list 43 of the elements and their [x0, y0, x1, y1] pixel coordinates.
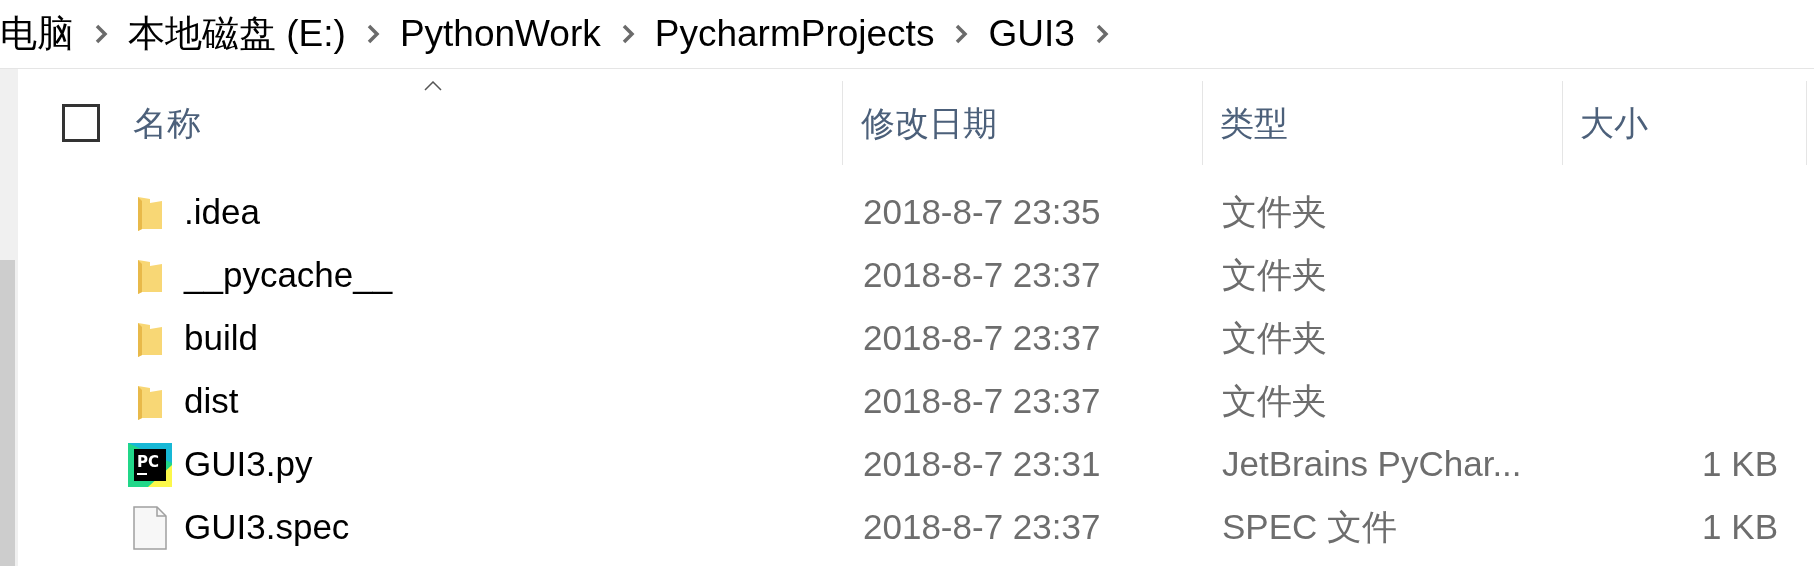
column-header[interactable]: 类型: [1202, 81, 1562, 165]
chevron-right-icon: [94, 23, 108, 45]
file-type: 文件夹: [1222, 191, 1327, 234]
column-header[interactable]: 名称: [133, 81, 842, 165]
breadcrumb-item[interactable]: 本地磁盘 (E:): [128, 6, 346, 62]
sort-caret-icon: [423, 81, 442, 91]
select-all-checkbox[interactable]: [62, 104, 100, 142]
column-header[interactable]: 大小: [1562, 81, 1807, 165]
file-name[interactable]: dist: [184, 375, 239, 428]
file-type: 文件夹: [1222, 254, 1327, 297]
file-size: 1 KB: [1702, 506, 1778, 549]
chevron-right-icon: [954, 23, 969, 45]
modified-date: 2018-8-7 23:31: [863, 443, 1101, 486]
modified-date: 2018-8-7 23:35: [863, 191, 1101, 234]
file-type: SPEC 文件: [1222, 506, 1398, 549]
pycharm-icon: PC: [128, 442, 172, 487]
file-icon: [133, 505, 167, 550]
file-name[interactable]: GUI3.py: [184, 438, 313, 491]
file-name[interactable]: GUI3.spec: [184, 501, 350, 554]
modified-date: 2018-8-7 23:37: [863, 506, 1101, 549]
folder-icon: [136, 194, 164, 231]
file-type: 文件夹: [1222, 380, 1327, 423]
chevron-right-icon: [620, 23, 635, 45]
folder-icon: [136, 320, 164, 357]
file-type: JetBrains PyChar...: [1222, 443, 1522, 486]
column-header[interactable]: 修改日期: [842, 81, 1202, 165]
file-name[interactable]: __pycache__: [184, 249, 393, 302]
breadcrumb-item[interactable]: PycharmProjects: [654, 6, 935, 62]
file-name[interactable]: .idea: [184, 186, 260, 239]
file-name[interactable]: build: [184, 312, 258, 365]
modified-date: 2018-8-7 23:37: [863, 317, 1101, 360]
modified-date: 2018-8-7 23:37: [863, 380, 1101, 423]
breadcrumb-item[interactable]: 电脑: [0, 6, 74, 62]
folder-icon: [136, 257, 164, 294]
scrollbar-thumb[interactable]: [0, 260, 15, 566]
breadcrumb-item[interactable]: PythonWork: [399, 6, 601, 62]
modified-date: 2018-8-7 23:37: [863, 254, 1101, 297]
chevron-right-icon: [365, 23, 380, 45]
file-type: 文件夹: [1222, 317, 1327, 360]
breadcrumb-item[interactable]: GUI3: [988, 6, 1075, 62]
folder-icon: [136, 383, 164, 420]
chevron-right-icon: [1094, 23, 1109, 45]
file-size: 1 KB: [1702, 443, 1778, 486]
